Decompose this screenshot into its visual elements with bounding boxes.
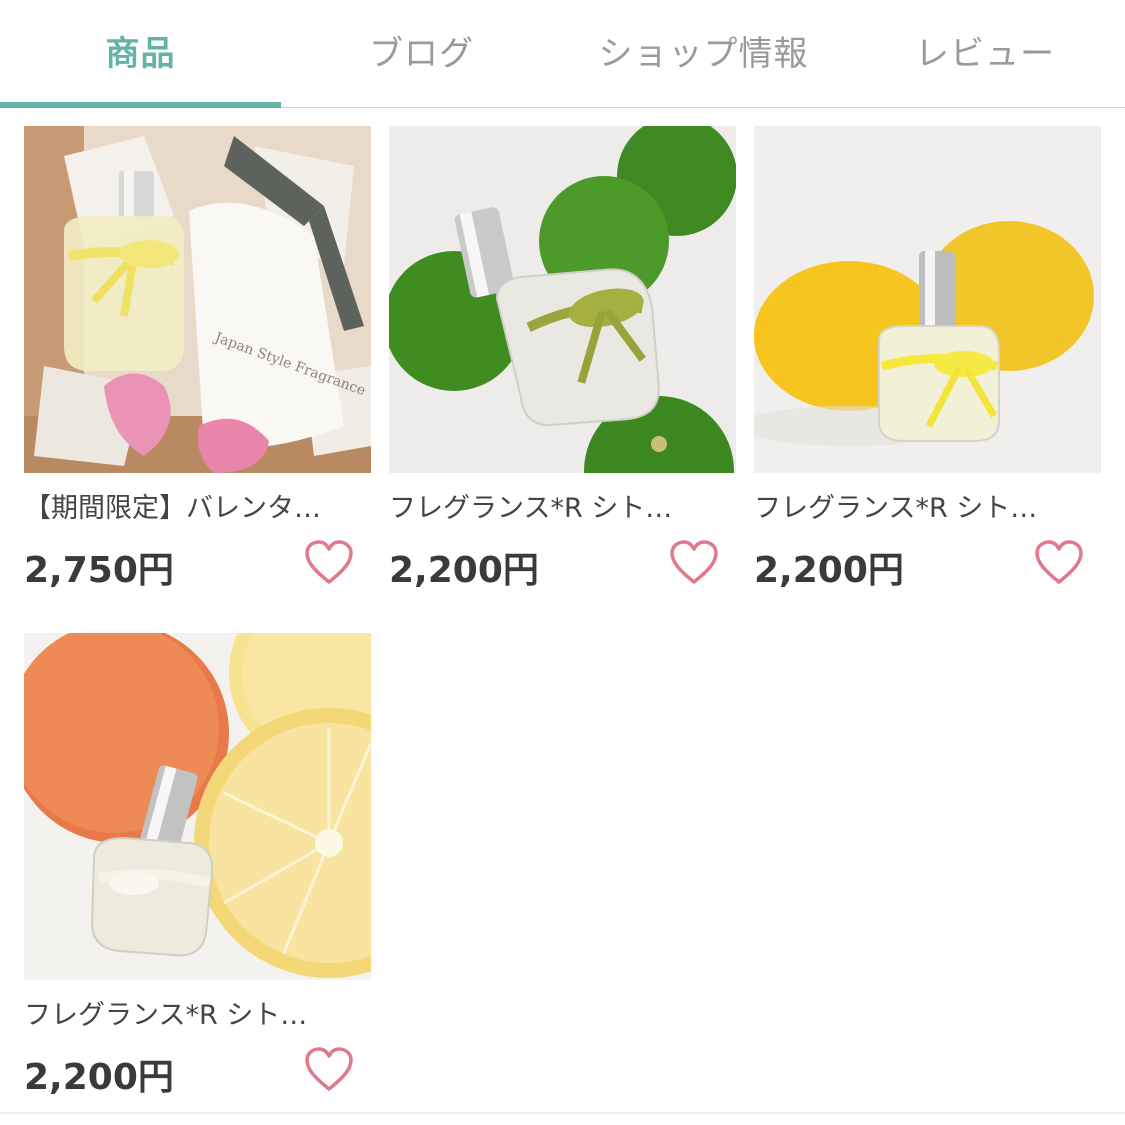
product-title[interactable]: フレグランス*R シト… xyxy=(389,486,736,525)
product-price: 2,200円 xyxy=(389,550,539,591)
product-image[interactable] xyxy=(24,633,371,980)
product-image[interactable]: Japan Style Fragrance xyxy=(24,126,371,473)
product-title[interactable]: フレグランス*R シト… xyxy=(754,486,1101,525)
heart-outline-icon[interactable] xyxy=(1034,540,1084,586)
product-title[interactable]: 【期間限定】バレンタ… xyxy=(24,486,371,525)
product-image[interactable] xyxy=(389,126,736,473)
heart-outline-icon[interactable] xyxy=(304,1047,354,1093)
green-citrus-perfume-image xyxy=(389,126,736,473)
heart-outline-icon[interactable] xyxy=(669,540,719,586)
gift-box-perfume-image: Japan Style Fragrance xyxy=(24,126,371,473)
product-card[interactable]: フレグランス*R シト… 2,200円 xyxy=(24,633,371,1103)
product-image[interactable] xyxy=(754,126,1101,473)
lemon-perfume-image xyxy=(754,126,1101,473)
active-tab-indicator xyxy=(0,102,281,108)
product-card[interactable]: フレグランス*R シト… 2,200円 xyxy=(754,126,1101,596)
tab-reviews[interactable]: レビュー xyxy=(845,0,1125,100)
tab-bar: 商品 ブログ ショップ情報 レビュー xyxy=(0,0,1125,108)
divider xyxy=(0,1112,1125,1114)
tab-shop-info[interactable]: ショップ情報 xyxy=(562,0,845,100)
product-card[interactable]: フレグランス*R シト… 2,200円 xyxy=(389,126,736,596)
tab-blog[interactable]: ブログ xyxy=(281,0,562,100)
tab-products[interactable]: 商品 xyxy=(0,0,281,100)
grapefruit-perfume-image xyxy=(24,633,371,980)
heart-outline-icon[interactable] xyxy=(304,540,354,586)
product-price: 2,200円 xyxy=(24,1057,174,1098)
product-title[interactable]: フレグランス*R シト… xyxy=(24,993,371,1032)
product-price: 2,200円 xyxy=(754,550,904,591)
product-price: 2,750円 xyxy=(24,550,174,591)
product-card[interactable]: Japan Style Fragrance 【期間限定】バレンタ… 2,750円 xyxy=(24,126,371,596)
